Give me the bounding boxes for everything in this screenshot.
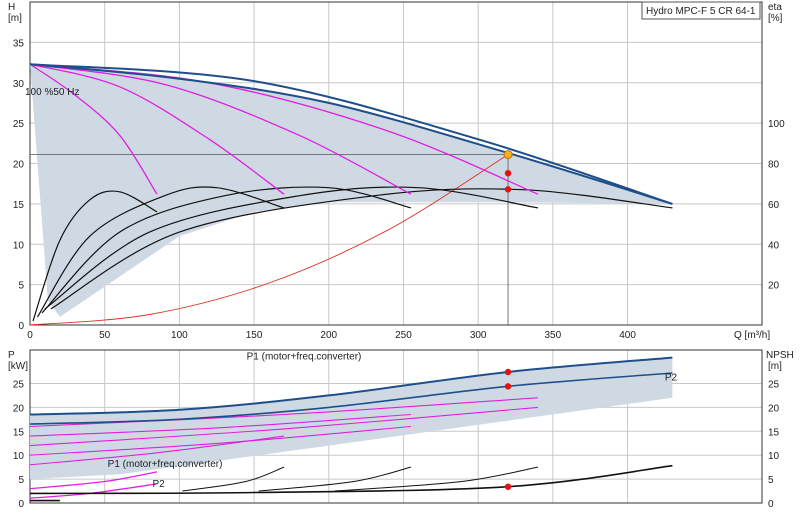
npsh-tick-label: 0 bbox=[768, 499, 774, 510]
p-tick-label: 5 bbox=[18, 475, 24, 486]
eta-tick-label: 100 bbox=[768, 119, 785, 130]
h-axis-label: H bbox=[8, 2, 15, 13]
series-label: P2 bbox=[665, 373, 678, 384]
eta-tick-label: 40 bbox=[768, 240, 780, 251]
x-tick-label: 50 bbox=[99, 330, 111, 341]
h-axis-unit: [m] bbox=[8, 13, 22, 24]
power-marker bbox=[504, 368, 512, 376]
npsh-tick-label: 10 bbox=[768, 451, 780, 462]
p-axis-label: P bbox=[8, 350, 15, 361]
series-label: P1 (motor+freq.converter) bbox=[247, 352, 362, 363]
speed-label: 100 %50 Hz bbox=[25, 87, 79, 98]
operating-marker bbox=[504, 169, 512, 177]
chart-title: Hydro MPC-F 5 CR 64-1 bbox=[646, 6, 756, 17]
eta-tick-label: 80 bbox=[768, 160, 780, 171]
p-axis-unit: [kW] bbox=[8, 361, 28, 372]
x-tick-label: 300 bbox=[470, 330, 487, 341]
eta-axis-unit: [%] bbox=[768, 13, 783, 24]
chart-canvas: 0 50 100 150 200 250 300 350 4000510152025303520… bbox=[8, 1, 794, 510]
x-tick-label: 100 bbox=[171, 330, 188, 341]
npsh-tick-label: 20 bbox=[768, 403, 780, 414]
p-tick-label: 0 bbox=[18, 499, 24, 510]
h-tick-label: 30 bbox=[13, 79, 25, 90]
x-tick-label: 0 bbox=[27, 330, 33, 341]
series-label: P1 (motor+freq.converter) bbox=[108, 459, 223, 470]
h-tick-label: 10 bbox=[13, 240, 25, 251]
power-marker bbox=[504, 483, 512, 490]
npsh-axis-label: NPSH bbox=[766, 350, 794, 361]
p-tick-label: 15 bbox=[13, 427, 25, 438]
q-axis-label: Q [m³/h] bbox=[734, 330, 770, 341]
power-marker bbox=[504, 383, 512, 390]
operating-marker bbox=[504, 186, 512, 193]
p-tick-label: 20 bbox=[13, 403, 25, 414]
h-tick-label: 5 bbox=[18, 281, 24, 292]
npsh-tick-label: 25 bbox=[768, 379, 780, 390]
p-tick-label: 25 bbox=[13, 379, 25, 390]
npsh-axis-unit: [m] bbox=[768, 361, 782, 372]
h-tick-label: 15 bbox=[13, 200, 25, 211]
duty-point-marker bbox=[503, 150, 513, 160]
eta-tick-label: 20 bbox=[768, 281, 780, 292]
eta-tick-label: 60 bbox=[768, 200, 780, 211]
h-tick-label: 20 bbox=[13, 160, 25, 171]
npsh-tick-label: 5 bbox=[768, 475, 774, 486]
x-tick-label: 250 bbox=[395, 330, 412, 341]
x-tick-label: 200 bbox=[320, 330, 337, 341]
p-tick-label: 10 bbox=[13, 451, 25, 462]
npsh-tick-label: 15 bbox=[768, 427, 780, 438]
x-tick-label: 150 bbox=[246, 330, 263, 341]
x-tick-label: 350 bbox=[545, 330, 562, 341]
h-tick-label: 35 bbox=[13, 38, 25, 49]
eta-axis-label: eta bbox=[768, 2, 782, 13]
single-pump-power bbox=[29, 483, 158, 499]
series-label: P2 bbox=[152, 479, 165, 490]
pump-curve-chart: 0 50 100 150 200 250 300 350 400 0 5 10 15 20 25 30 35 20… bbox=[0, 0, 800, 520]
x-tick-label: 400 bbox=[619, 330, 636, 341]
h-tick-label: 0 bbox=[18, 321, 24, 332]
h-tick-label: 25 bbox=[13, 119, 25, 130]
